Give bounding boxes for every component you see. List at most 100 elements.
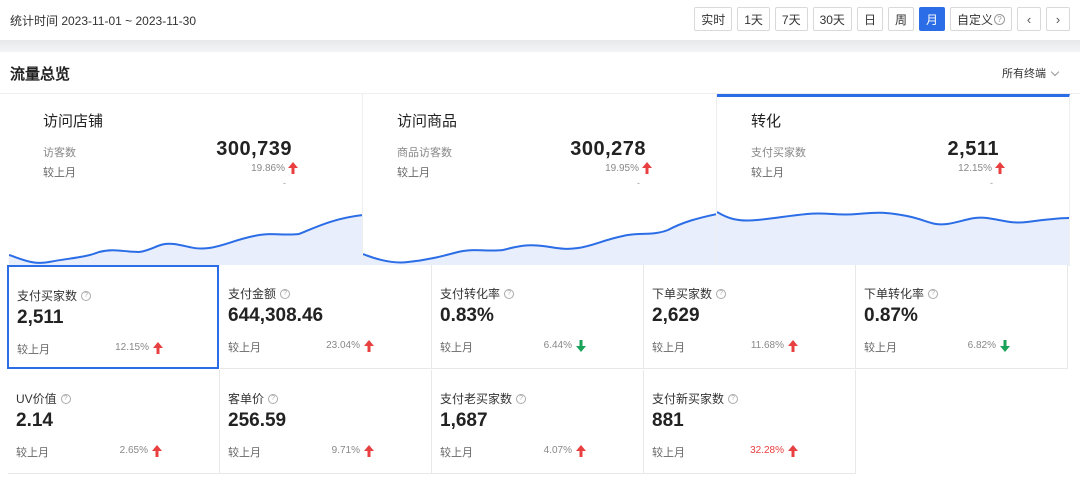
overview-compare-label: 较上月 (397, 167, 430, 179)
range-custom-button[interactable]: 自定义? (949, 7, 1012, 31)
arrow-up-icon (642, 162, 652, 174)
help-icon[interactable]: ? (516, 393, 527, 404)
help-icon[interactable]: ? (60, 393, 71, 404)
overview-title: 转化 (751, 113, 782, 130)
metric-compare-label: 较上月 (228, 447, 261, 459)
metric-card-order-conversion[interactable]: 下单转化率? 0.87% 较上月 6.82% (856, 265, 1068, 369)
metric-value: 1,687 (440, 410, 488, 431)
overview-pct-text: 19.86% (251, 162, 285, 174)
overview-metric-label: 商品访客数 (397, 147, 452, 159)
overview-value: 300,739 (216, 138, 292, 160)
overview-title: 访问店铺 (43, 113, 104, 130)
metric-card-pay-buyers[interactable]: 支付买家数? 2,511 较上月 12.15% (7, 265, 219, 369)
metric-compare-label: 较上月 (440, 342, 473, 354)
metric-compare-label: 较上月 (17, 344, 50, 356)
overview-value: 300,278 (570, 138, 646, 160)
metric-card-pay-conversion[interactable]: 支付转化率? 0.83% 较上月 6.44% (432, 265, 644, 369)
range-day-button[interactable]: 日 (856, 7, 883, 31)
section-header: 流量总览 所有终端 (0, 52, 1080, 94)
metric-label-text: 支付老买家数 (440, 392, 513, 406)
overview-pct-text: 19.95% (605, 162, 639, 174)
help-icon[interactable]: ? (504, 288, 515, 299)
metric-pct: 23.04% (326, 340, 360, 351)
metric-label: 客单价? (228, 390, 279, 407)
metric-label-text: 下单转化率 (864, 287, 925, 301)
help-icon[interactable]: ? (268, 393, 279, 404)
range-week-button[interactable]: 周 (887, 7, 914, 31)
overview-card-product[interactable]: 访问商品 商品访客数 较上月 300,278 19.95% - (363, 94, 717, 266)
overview-value: 2,511 (947, 138, 999, 160)
help-icon[interactable]: ? (81, 290, 92, 301)
range-selector: 实时 1天 7天 30天 日 周 月 自定义? ‹ › (694, 7, 1070, 31)
metric-label-text: 支付新买家数 (652, 392, 725, 406)
metric-label: 下单转化率? (864, 285, 939, 302)
metric-card-pay-amount[interactable]: 支付金额? 644,308.46 较上月 23.04% (220, 265, 432, 369)
range-1day-button[interactable]: 1天 (737, 7, 770, 31)
range-30day-button[interactable]: 30天 (812, 7, 852, 31)
metric-pct: 12.15% (115, 342, 149, 353)
metric-value: 2,629 (652, 305, 700, 326)
overview-dash: - (637, 178, 640, 188)
prev-period-button[interactable]: ‹ (1017, 7, 1041, 31)
help-icon: ? (994, 13, 1005, 25)
arrow-up-icon (788, 340, 798, 352)
range-month-button[interactable]: 月 (918, 7, 945, 31)
range-realtime-button[interactable]: 实时 (694, 7, 733, 31)
metric-card-returning-buyers[interactable]: 支付老买家数? 1,687 较上月 4.07% (432, 370, 644, 474)
overview-card-store[interactable]: 访问店铺 访客数 较上月 300,739 19.86% - (9, 94, 363, 266)
metric-label: 支付转化率? (440, 285, 515, 302)
overview-title: 访问商品 (397, 113, 458, 130)
chevron-left-icon: ‹ (1026, 11, 1032, 27)
metric-compare-label: 较上月 (652, 447, 685, 459)
metric-label: UV价值? (16, 390, 71, 407)
terminal-select[interactable]: 所有终端 (1002, 65, 1060, 81)
metric-pct: 9.71% (331, 445, 360, 456)
overview-dash: - (990, 178, 993, 188)
overview-dash: - (283, 178, 286, 188)
metric-card-new-buyers[interactable]: 支付新买家数? 881 较上月 32.28% (644, 370, 856, 474)
range-7day-button[interactable]: 7天 (774, 7, 808, 31)
metric-label-text: 支付转化率 (440, 287, 501, 301)
help-icon[interactable]: ? (716, 288, 727, 299)
sparkline-conversion (717, 211, 1069, 266)
overview-card-conversion[interactable]: 转化 支付买家数 较上月 2,511 12.15% - (717, 94, 1070, 266)
arrow-up-icon (576, 445, 586, 457)
arrow-up-icon (288, 162, 298, 174)
metric-value: 881 (652, 410, 684, 431)
metric-pct: 2.65% (119, 445, 148, 456)
metric-card-uv-value[interactable]: UV价值? 2.14 较上月 2.65% (8, 370, 220, 474)
metric-compare-label: 较上月 (440, 447, 473, 459)
metric-card-avg-order[interactable]: 客单价? 256.59 较上月 9.71% (220, 370, 432, 474)
top-bar: 统计时间 2023-11-01 ~ 2023-11-30 实时 1天 7天 30… (0, 0, 1080, 40)
metric-label: 下单买家数? (652, 285, 727, 302)
section-title: 流量总览 (10, 66, 71, 83)
arrow-up-icon (153, 342, 163, 354)
metric-value: 644,308.46 (228, 305, 324, 326)
overview-pct: 19.86% (251, 162, 298, 174)
metric-pct: 32.28% (750, 445, 784, 456)
help-icon[interactable]: ? (728, 393, 739, 404)
metric-value: 256.59 (228, 410, 287, 431)
help-icon[interactable]: ? (928, 288, 939, 299)
arrow-up-icon (995, 162, 1005, 174)
metric-compare-label: 较上月 (652, 342, 685, 354)
metric-label: 支付老买家数? (440, 390, 527, 407)
metric-card-order-buyers[interactable]: 下单买家数? 2,629 较上月 11.68% (644, 265, 856, 369)
overview-pct: 12.15% (958, 162, 1005, 174)
chevron-down-icon (1050, 67, 1060, 76)
terminal-select-label: 所有终端 (1002, 68, 1046, 80)
sparkline-store (9, 214, 362, 266)
metric-value: 2,511 (17, 307, 64, 328)
help-icon[interactable]: ? (280, 288, 291, 299)
metric-compare-label: 较上月 (228, 342, 261, 354)
metric-value: 0.83% (440, 305, 494, 326)
metric-label-text: UV价值 (16, 392, 57, 406)
overview-metric-label: 支付买家数 (751, 147, 806, 159)
next-period-button[interactable]: › (1046, 7, 1070, 31)
metric-value: 2.14 (16, 410, 53, 431)
sparkline-product (363, 213, 716, 266)
arrow-up-icon (364, 340, 374, 352)
metric-label: 支付金额? (228, 285, 291, 302)
metric-label: 支付买家数? (17, 287, 92, 304)
chevron-right-icon: › (1055, 11, 1061, 27)
